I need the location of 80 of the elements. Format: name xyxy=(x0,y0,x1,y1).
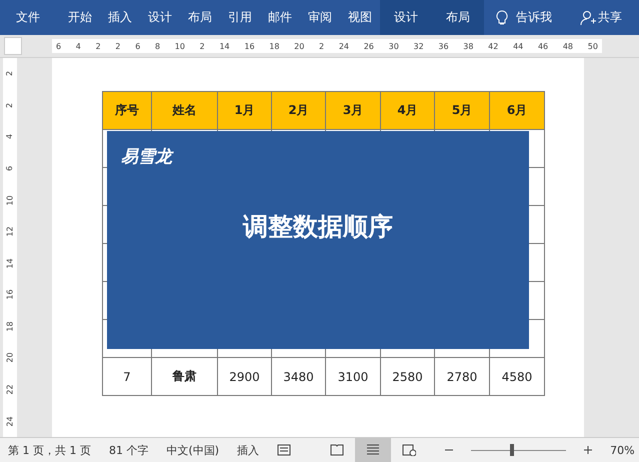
banner-title: 调整数据顺序 xyxy=(243,211,393,243)
header-cell: 4月 xyxy=(381,92,435,130)
table-cell: 4580 xyxy=(490,358,545,396)
ruler-mark: 42 xyxy=(488,42,498,50)
page-lines-icon xyxy=(366,444,380,456)
ruler-mark: 6 xyxy=(56,42,62,50)
share-button[interactable]: 共享 xyxy=(598,9,622,26)
ruler-mark: 44 xyxy=(513,42,524,50)
ruler-mark: 8 xyxy=(154,42,160,50)
ruler-mark: 2 xyxy=(6,71,14,76)
word-count: 81 个字 xyxy=(108,442,148,458)
ruler-mark: 24 xyxy=(6,416,14,426)
ruler-mark: 32 xyxy=(414,42,424,50)
ruler-mark: 20 xyxy=(294,42,304,50)
header-cell: 1月 xyxy=(218,92,272,130)
ribbon-tab[interactable]: 设计 xyxy=(140,0,180,35)
print-layout-button[interactable] xyxy=(355,438,392,462)
ruler-mark: 22 xyxy=(6,384,14,395)
ruler-mark: 6 xyxy=(135,42,140,50)
ruler-mark: 24 xyxy=(338,42,350,50)
table-cell: 3100 xyxy=(326,358,381,396)
ribbon-tab[interactable]: 邮件 xyxy=(260,0,300,35)
table-cell: 鲁肃 xyxy=(152,358,218,396)
ruler-mark: 50 xyxy=(588,42,598,50)
header-cell: 序号 xyxy=(103,92,152,130)
ruler-mark: 2 xyxy=(6,102,14,108)
ruler-mark: 38 xyxy=(463,42,474,50)
lightbulb-icon xyxy=(496,10,508,26)
page-count: 第 1 页，共 1 页 xyxy=(8,442,91,458)
ruler-mark: 20 xyxy=(6,352,14,364)
ruler-mark: 36 xyxy=(438,42,449,50)
ruler-mark: 16 xyxy=(6,290,14,300)
ruler-mark: 16 xyxy=(244,42,255,50)
table-cell: 2780 xyxy=(435,358,490,396)
ruler-mark: 10 xyxy=(174,42,185,50)
ribbon-tab[interactable]: 布局 xyxy=(180,0,220,35)
ruler-mark: 12 xyxy=(6,226,14,237)
table-cell: 2900 xyxy=(218,358,272,396)
ribbon-tab[interactable]: 引用 xyxy=(220,0,260,35)
ruler-mark: 48 xyxy=(562,42,574,50)
zoom-level[interactable]: 70% xyxy=(610,444,635,456)
ruler-mark: 14 xyxy=(6,258,14,268)
ruler-mark: 14 xyxy=(219,42,230,50)
header-cell: 姓名 xyxy=(152,92,218,130)
ruler-mark: 4 xyxy=(6,134,14,140)
ruler-mark: 2 xyxy=(319,42,324,50)
ruler-mark: 26 xyxy=(364,42,374,50)
macro-icon[interactable] xyxy=(277,444,292,456)
zoom-in-icon[interactable] xyxy=(584,446,592,454)
ruler-mark: 2 xyxy=(200,42,205,50)
ribbon-tab[interactable]: 设计 xyxy=(380,0,432,35)
ruler-mark: 2 xyxy=(115,42,120,50)
header-cell: 6月 xyxy=(490,92,545,130)
table-cell: 3480 xyxy=(272,358,326,396)
table-cell: 7 xyxy=(103,358,152,396)
ribbon-tab[interactable]: 开始 xyxy=(60,0,100,35)
ruler-mark: 4 xyxy=(76,42,81,50)
language: 中文(中国) xyxy=(166,442,220,458)
ruler-mark: 10 xyxy=(6,195,14,206)
ruler-mark: 30 xyxy=(388,42,399,50)
insert-mode: 插入 xyxy=(237,442,260,458)
ribbon-tab[interactable]: 布局 xyxy=(432,0,484,35)
ruler-mark: 18 xyxy=(269,42,280,50)
header-cell: 3月 xyxy=(326,92,381,130)
ribbon-tab[interactable]: 插入 xyxy=(100,0,140,35)
person-add-icon xyxy=(580,10,596,26)
ribbon-tab[interactable]: 审阅 xyxy=(300,0,340,35)
ribbon-tab[interactable]: 视图 xyxy=(340,0,380,35)
table-cell: 2580 xyxy=(381,358,435,396)
header-cell: 5月 xyxy=(435,92,490,130)
web-page-icon xyxy=(402,444,416,456)
logo: 易雪龙 xyxy=(121,146,175,168)
ruler-mark: 46 xyxy=(538,42,548,50)
ruler-mark: 18 xyxy=(6,321,14,332)
book-icon xyxy=(330,444,344,456)
ruler-mark: 6 xyxy=(6,166,14,172)
header-cell: 2月 xyxy=(272,92,326,130)
ruler-mark: 2 xyxy=(96,42,101,50)
tell-me-link[interactable]: 告诉我 xyxy=(516,9,552,26)
ribbon-tab[interactable]: 文件 xyxy=(8,0,48,35)
